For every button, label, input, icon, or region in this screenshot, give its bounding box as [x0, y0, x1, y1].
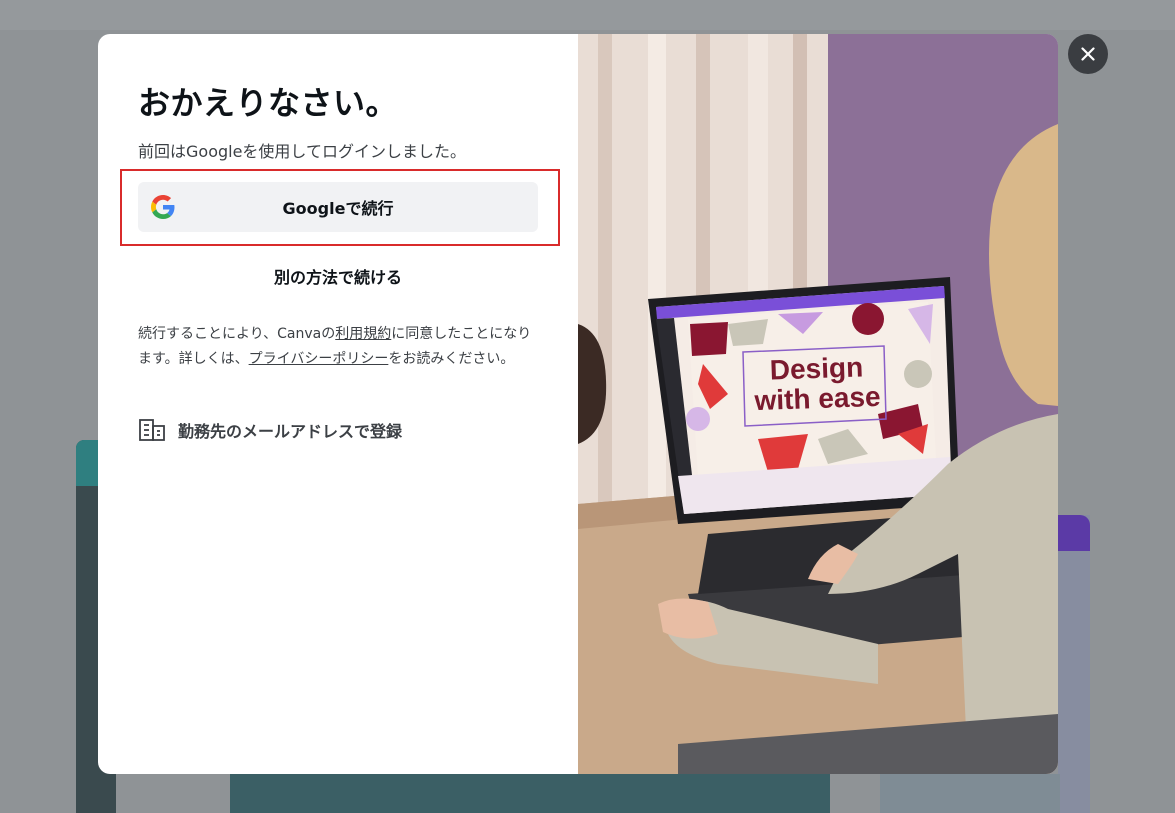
last-login-message: 前回はGoogleを使用してログインしました。: [138, 142, 466, 161]
close-button[interactable]: [1068, 34, 1108, 74]
background-card-bottom: [230, 774, 830, 813]
continue-with-google-button[interactable]: Googleで続行: [138, 182, 538, 232]
background-header: [0, 0, 1175, 30]
laptop-screen-design-text: Design with ease: [753, 351, 882, 417]
google-button-label: Googleで続行: [282, 199, 394, 218]
building-icon: [139, 419, 165, 441]
hero-photo: Design with ease: [578, 34, 1058, 774]
work-email-signup-button[interactable]: 勤務先のメールアドレスで登録: [138, 418, 402, 442]
continue-another-way-link[interactable]: 別の方法で続ける: [138, 264, 538, 288]
terms-text-3: をお読みください。: [388, 351, 515, 367]
login-panel: おかえりなさい。 前回はGoogleを使用してログインしました。 Googleで…: [98, 34, 578, 774]
terms-text-1: 続行することにより、Canvaの: [138, 326, 336, 342]
background-card-right: [1058, 515, 1090, 813]
google-g-icon: [151, 195, 175, 219]
terms-of-use-link[interactable]: 利用規約: [335, 326, 391, 342]
privacy-policy-link[interactable]: プライバシーポリシー: [249, 351, 389, 367]
close-icon: [1081, 47, 1095, 61]
background-card-bottom-right: [880, 774, 1060, 813]
login-modal: おかえりなさい。 前回はGoogleを使用してログインしました。 Googleで…: [98, 34, 1058, 774]
modal-title: おかえりなさい。: [138, 85, 399, 121]
terms-notice: 続行することにより、Canvaの利用規約に同意したことになります。詳しくは、プラ…: [138, 322, 538, 372]
work-email-signup-label: 勤務先のメールアドレスで登録: [178, 422, 403, 441]
